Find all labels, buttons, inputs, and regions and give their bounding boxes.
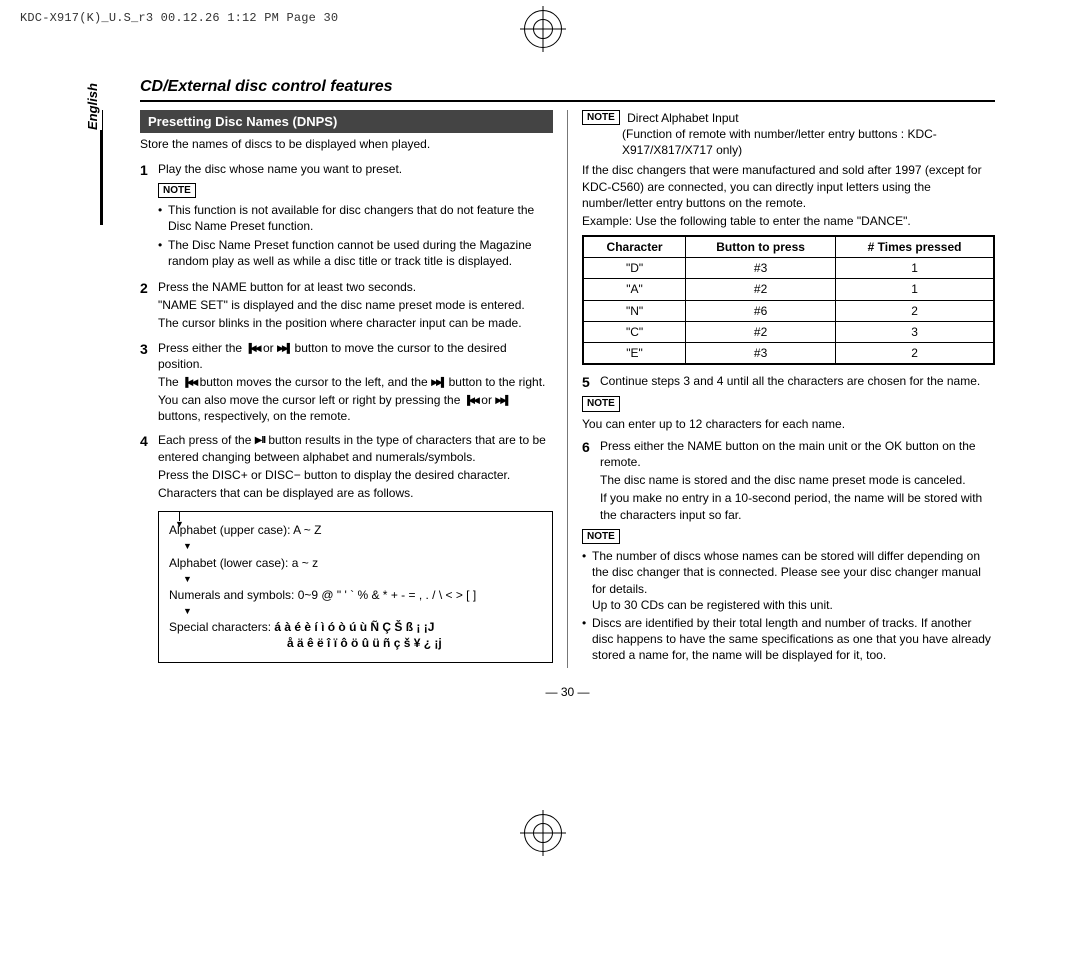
step-6: 6 Press either the NAME button on the ma… — [582, 438, 995, 525]
step-text: If you make no entry in a 10-second peri… — [600, 490, 995, 522]
skip-forward-icon: ▶▶▌ — [277, 342, 291, 354]
step-number: 6 — [582, 438, 600, 525]
step-text: The cursor blinks in the position where … — [158, 315, 553, 331]
play-pause-icon: ▶II — [255, 435, 265, 446]
skip-forward-icon: ▶▶▌ — [431, 376, 445, 388]
subsection-intro: Store the names of discs to be displayed… — [140, 136, 553, 152]
note-item: This function is not available for disc … — [158, 202, 553, 234]
charset-row: Numerals and symbols: 0~9 @ " ' ` % & * … — [169, 587, 542, 603]
step-number: 2 — [140, 279, 158, 334]
section-title: CD/External disc control features — [140, 76, 995, 102]
table-row: "D"#31 — [583, 258, 994, 279]
direct-alpha-subtitle: (Function of remote with number/letter e… — [622, 126, 995, 158]
step-3: 3 Press either the ▐◀◀ or ▶▶▌ button to … — [140, 340, 553, 427]
language-tab: English — [84, 83, 102, 130]
body-text: Example: Use the following table to ente… — [582, 213, 995, 229]
direct-alpha-title: Direct Alphabet Input — [627, 111, 738, 125]
step-text: Continue steps 3 and 4 until all the cha… — [600, 373, 995, 389]
note-item: Discs are identified by their total leng… — [582, 615, 995, 664]
step-number: 5 — [582, 373, 600, 392]
step-text: Characters that can be displayed are as … — [158, 485, 553, 501]
table-header: Character — [583, 236, 686, 258]
step-number: 1 — [140, 161, 158, 273]
step-text: Play the disc whose name you want to pre… — [158, 161, 553, 177]
step-number: 3 — [140, 340, 158, 427]
alphabet-entry-table: Character Button to press # Times presse… — [582, 235, 995, 365]
body-text: If the disc changers that were manufactu… — [582, 162, 995, 211]
down-arrow-icon: ▼ — [183, 573, 542, 585]
note-badge: NOTE — [582, 529, 620, 545]
skip-back-icon: ▐◀◀ — [245, 342, 259, 354]
registration-mark-bottom — [520, 810, 566, 856]
down-arrow-icon: ▼ — [183, 540, 542, 552]
step-text: Press either the NAME button on the main… — [600, 438, 995, 470]
charset-row: Special characters: á à é è í ì ó ò ú ù … — [169, 619, 542, 651]
step-text: "NAME SET" is displayed and the disc nam… — [158, 297, 553, 313]
table-header: # Times pressed — [836, 236, 994, 258]
charset-row: Alphabet (lower case): a ~ z — [169, 555, 542, 571]
page-number: — 30 — — [140, 684, 995, 700]
skip-back-icon: ▐◀◀ — [182, 376, 196, 388]
step-5: 5 Continue steps 3 and 4 until all the c… — [582, 373, 995, 392]
step-text: You can also move the cursor left or rig… — [158, 392, 553, 424]
down-arrow-icon: ▼ — [183, 605, 542, 617]
note-badge: NOTE — [158, 183, 196, 199]
step-4: 4 Each press of the ▶II button results i… — [140, 432, 553, 503]
step-text: Each press of the ▶II button results in … — [158, 432, 553, 464]
direct-alpha-header: NOTE Direct Alphabet Input (Function of … — [582, 110, 995, 159]
table-row: "N"#62 — [583, 300, 994, 321]
step-2: 2 Press the NAME button for at least two… — [140, 279, 553, 334]
character-cycle-box: Alphabet (upper case): A ~ Z ▼ Alphabet … — [158, 511, 553, 662]
step-text: Press the DISC+ or DISC− button to displ… — [158, 467, 553, 483]
table-header: Button to press — [686, 236, 836, 258]
step-text: Press either the ▐◀◀ or ▶▶▌ button to mo… — [158, 340, 553, 372]
note-text: You can enter up to 12 characters for ea… — [582, 416, 995, 432]
charset-row: Alphabet (upper case): A ~ Z — [169, 522, 542, 538]
subsection-heading: Presetting Disc Names (DNPS) — [140, 110, 553, 134]
note-item: The number of discs whose names can be s… — [582, 548, 995, 613]
table-row: "C"#23 — [583, 321, 994, 342]
table-row: "A"#21 — [583, 279, 994, 300]
step-1: 1 Play the disc whose name you want to p… — [140, 161, 553, 273]
step-number: 4 — [140, 432, 158, 503]
note-badge: NOTE — [582, 396, 620, 412]
step-text: Press the NAME button for at least two s… — [158, 279, 553, 295]
skip-forward-icon: ▶▶▌ — [495, 394, 509, 406]
step-text: The disc name is stored and the disc nam… — [600, 472, 995, 488]
step-text: The ▐◀◀ button moves the cursor to the l… — [158, 374, 553, 390]
skip-back-icon: ▐◀◀ — [464, 394, 478, 406]
registration-mark-top — [520, 6, 566, 52]
note-item: The Disc Name Preset function cannot be … — [158, 237, 553, 269]
note-badge: NOTE — [582, 110, 620, 126]
table-row: "E"#32 — [583, 343, 994, 365]
